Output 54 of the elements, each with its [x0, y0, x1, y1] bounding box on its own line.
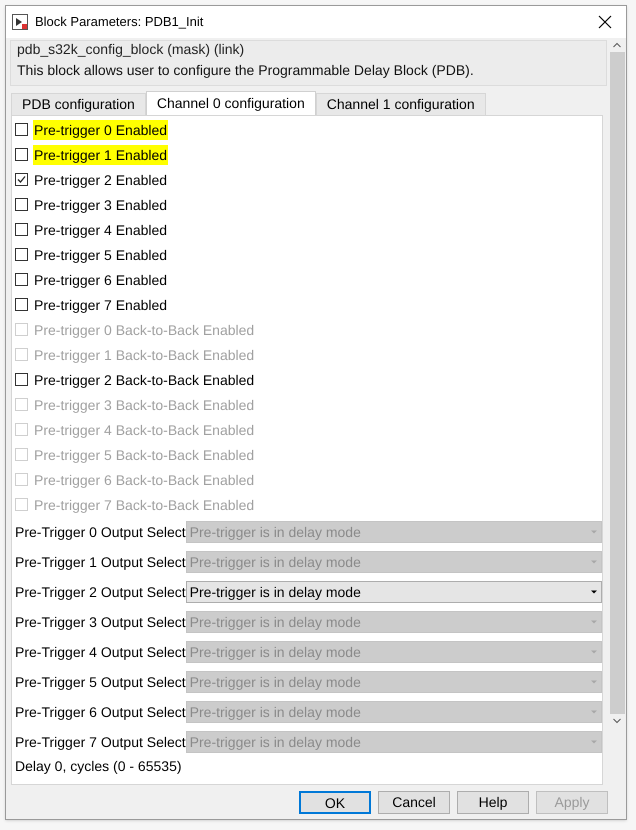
caret-icon — [590, 589, 598, 595]
checkbox[interactable] — [15, 148, 28, 161]
checkbox[interactable] — [15, 223, 28, 236]
checkbox-label: Pre-trigger 6 Enabled — [33, 270, 168, 290]
window-title: Block Parameters: PDB1_Init — [35, 13, 204, 32]
tab[interactable]: PDB configuration — [11, 93, 146, 115]
checkbox[interactable] — [15, 298, 28, 311]
checkbox-label: Pre-trigger 4 Back-to-Back Enabled — [33, 420, 256, 440]
checkbox-label: Pre-trigger 7 Enabled — [33, 296, 168, 314]
checkbox-label: Pre-trigger 6 Back-to-Back Enabled — [33, 470, 256, 490]
checkbox-label: Pre-trigger 1 Back-to-Back Enabled — [33, 346, 256, 364]
checkbox-label: Pre-trigger 7 Back-to-Back Enabled — [33, 496, 256, 514]
checkbox-label: Pre-trigger 2 Back-to-Back Enabled — [33, 370, 256, 390]
caret-icon — [590, 679, 598, 685]
tab[interactable]: Channel 1 configuration — [316, 93, 486, 115]
select-label: Pre-Trigger 5 Output Select — [15, 672, 186, 692]
checkbox[interactable] — [15, 123, 28, 136]
select-label: Pre-Trigger 6 Output Select — [15, 702, 186, 722]
dialog-button[interactable]: Cancel — [378, 790, 450, 814]
tab[interactable]: Channel 0 configuration — [146, 91, 316, 115]
dropdown[interactable]: Pre-trigger is in delay mode — [186, 581, 602, 603]
caret-icon — [590, 529, 598, 535]
app-icon — [12, 14, 28, 30]
checkbox[interactable] — [15, 198, 28, 211]
dialog-button[interactable]: OK — [299, 790, 371, 814]
checkbox-label: Pre-trigger 0 Back-to-Back Enabled — [33, 320, 256, 340]
select-label: Pre-Trigger 7 Output Select — [15, 732, 186, 752]
dialog-button[interactable]: Help — [457, 790, 529, 814]
field-label: Delay 0, cycles (0 - 65535) — [15, 757, 183, 775]
checkbox[interactable] — [15, 373, 28, 386]
checkbox[interactable] — [15, 173, 28, 186]
checkbox[interactable] — [15, 273, 28, 286]
select-label: Pre-Trigger 1 Output Select — [15, 552, 186, 572]
caret-icon — [590, 739, 598, 745]
checkbox-label: Pre-trigger 1 Enabled — [33, 144, 168, 164]
select-label: Pre-Trigger 4 Output Select — [15, 642, 186, 662]
select-label: Pre-Trigger 0 Output Select — [15, 522, 186, 542]
checkbox-label: Pre-trigger 4 Enabled — [33, 220, 168, 240]
checkbox-label: Pre-trigger 3 Back-to-Back Enabled — [33, 396, 256, 414]
checkbox-label: Pre-trigger 2 Enabled — [33, 170, 168, 190]
checkbox[interactable] — [15, 248, 28, 261]
select-label: Pre-Trigger 3 Output Select — [15, 612, 186, 632]
mask-title: pdb_s32k_config_block (mask) (link) — [17, 40, 246, 58]
close-icon — [598, 15, 612, 29]
checkbox-label: Pre-trigger 3 Enabled — [33, 196, 168, 214]
checkbox-label: Pre-trigger 5 Enabled — [33, 246, 168, 264]
checkbox-label: Pre-trigger 5 Back-to-Back Enabled — [33, 446, 256, 464]
caret-icon — [590, 619, 598, 625]
caret-icon — [590, 709, 598, 715]
mask-description: This block allows user to configure the Programmable Delay Block (PDB). — [17, 61, 475, 79]
caret-icon — [590, 559, 598, 565]
checkbox-label: Pre-trigger 0 Enabled — [33, 120, 168, 140]
select-label: Pre-Trigger 2 Output Select — [15, 582, 186, 602]
caret-icon — [590, 649, 598, 655]
